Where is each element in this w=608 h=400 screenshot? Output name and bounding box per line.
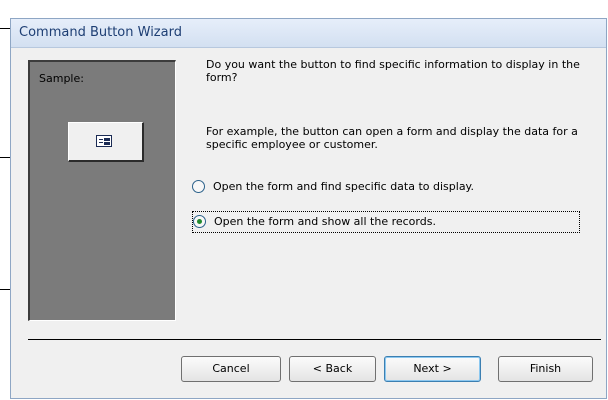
cancel-button[interactable]: Cancel bbox=[181, 356, 281, 382]
edge-mark bbox=[0, 289, 10, 290]
option-label[interactable]: Open the form and find specific data to … bbox=[213, 180, 474, 193]
sample-panel: Sample: bbox=[28, 60, 176, 321]
wizard-question: Do you want the button to find specific … bbox=[206, 58, 580, 84]
edge-mark bbox=[0, 28, 10, 29]
wizard-example: For example, the button can open a form … bbox=[206, 125, 578, 151]
option-label[interactable]: Open the form and show all the records. bbox=[214, 215, 436, 228]
sample-button-preview bbox=[68, 122, 144, 162]
sample-label: Sample: bbox=[39, 72, 84, 85]
background-edge bbox=[0, 0, 10, 400]
form-icon bbox=[96, 135, 112, 147]
finish-button[interactable]: Finish bbox=[498, 356, 593, 382]
dialog-title: Command Button Wizard bbox=[19, 25, 182, 40]
edge-mark bbox=[0, 157, 10, 158]
back-button[interactable]: < Back bbox=[289, 356, 376, 382]
option-show-all-records[interactable]: Open the form and show all the records. bbox=[192, 211, 580, 233]
divider bbox=[28, 339, 601, 340]
radio-button-unchecked[interactable] bbox=[192, 180, 205, 193]
title-bar[interactable]: Command Button Wizard bbox=[11, 19, 606, 48]
option-find-specific-data[interactable]: Open the form and find specific data to … bbox=[192, 177, 580, 199]
radio-button-checked[interactable] bbox=[193, 215, 206, 228]
next-button[interactable]: Next > bbox=[384, 356, 481, 382]
wizard-dialog: Command Button Wizard Sample: Do you wan… bbox=[10, 18, 607, 399]
